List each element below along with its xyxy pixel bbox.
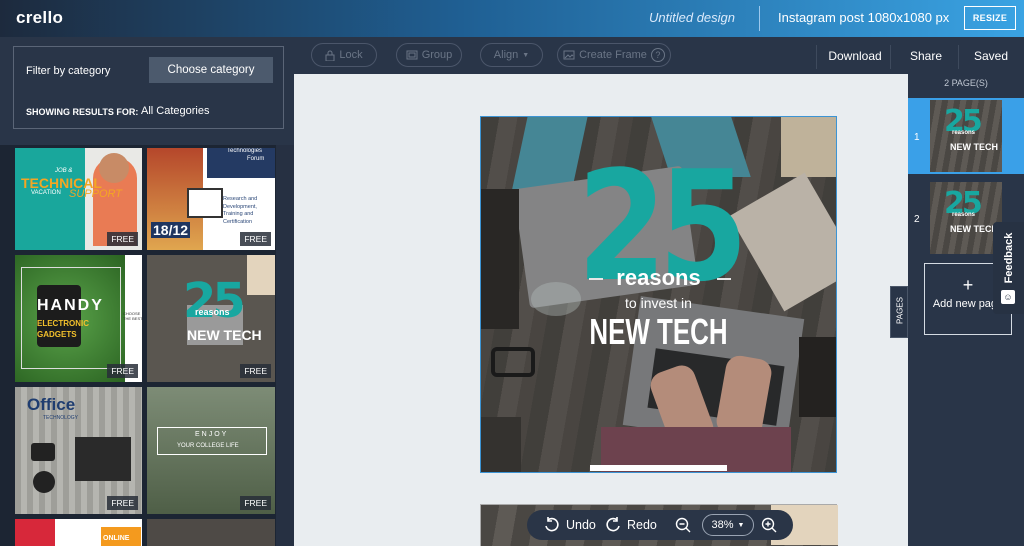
align-label: Align: [493, 49, 519, 61]
zoom-select[interactable]: 38% ▼: [702, 514, 754, 536]
panel-scrollbar[interactable]: [276, 145, 294, 546]
filter-label: Filter by category: [26, 65, 111, 77]
crello-logo[interactable]: crello: [16, 8, 63, 28]
tile-text: ONLINE: [103, 535, 130, 542]
template-tile-online[interactable]: ONLINE: [15, 519, 142, 546]
reasons-text[interactable]: reasons: [481, 265, 836, 291]
tile-text: TECHNOLOGY: [43, 415, 79, 421]
frame-icon: [563, 50, 575, 60]
resize-button[interactable]: RESIZE: [964, 6, 1016, 30]
tile-text: 18/12: [151, 222, 191, 238]
template-tile-handy-gadgets[interactable]: HANDY ELECTRONIC GADGETS CHOOSE THE BEST…: [15, 255, 142, 382]
create-frame-button[interactable]: Create Frame ?: [557, 43, 671, 67]
page-number: 1: [914, 132, 920, 143]
help-icon[interactable]: ?: [650, 48, 665, 62]
tile-text: JOB &: [55, 168, 73, 174]
new-tech-text[interactable]: NEW TECH: [531, 311, 787, 353]
free-badge: FREE: [107, 496, 138, 510]
free-badge: FREE: [240, 364, 271, 378]
free-badge: FREE: [240, 232, 271, 246]
design-title[interactable]: Untitled design: [649, 10, 735, 25]
zoom-value: 38%: [711, 519, 734, 531]
tile-text: Forum: [247, 156, 265, 162]
tile-text: VACATION: [31, 190, 61, 196]
zoom-in-icon: [761, 517, 777, 533]
design-size-label: Instagram post 1080x1080 px: [778, 10, 950, 25]
pages-count: 2 PAGE(S): [944, 78, 988, 88]
template-tile-partial[interactable]: [147, 519, 275, 546]
design-page-1[interactable]: 25 reasons to invest in NEW TECH: [480, 116, 837, 473]
lock-icon: [325, 50, 335, 61]
templates-panel: Filter by category Choose category SHOWI…: [0, 37, 294, 546]
top-divider: [759, 6, 760, 31]
share-button[interactable]: Share: [898, 37, 954, 74]
zoom-out-icon: [675, 517, 691, 533]
tile-text: ELECTRONIC: [37, 319, 89, 328]
editor-toolbar: Lock Group Align ▼ Create Frame ? Downlo…: [294, 37, 1024, 74]
free-badge: FREE: [107, 364, 138, 378]
free-badge: FREE: [107, 232, 138, 246]
page-thumbnail[interactable]: 25 reasons NEW TECH: [930, 182, 1002, 254]
group-button[interactable]: Group: [396, 43, 462, 67]
group-icon: [406, 50, 418, 60]
tile-text: ENJOY: [195, 431, 229, 438]
chevron-down-icon: ▼: [522, 51, 530, 59]
page-thumbnail-row[interactable]: 1 25 reasons NEW TECH: [908, 98, 1024, 174]
redo-icon: [606, 517, 620, 532]
undo-button[interactable]: Undo: [543, 510, 596, 540]
pages-panel-toggle[interactable]: PAGES: [890, 286, 908, 338]
choose-category-button[interactable]: Choose category: [149, 57, 273, 83]
zoom-in-button[interactable]: [761, 510, 777, 540]
top-bar: crello Untitled design Instagram post 10…: [0, 0, 1024, 37]
undo-icon: [545, 517, 559, 532]
smile-icon: ☺: [1001, 290, 1015, 304]
page-thumbnail[interactable]: 25 reasons NEW TECH: [930, 100, 1002, 172]
tile-text: HANDY: [37, 297, 104, 314]
free-badge: FREE: [240, 496, 271, 510]
tile-text: Research and Development, Training and C…: [223, 196, 258, 226]
lock-button[interactable]: Lock: [311, 43, 377, 67]
template-tile-25-reasons[interactable]: 25 reasons NEW TECH FREE: [147, 255, 275, 382]
canvas-area: 25 reasons to invest in NEW TECH: [294, 74, 908, 546]
template-grid: JOB & TECHNICAL VACATION SUPPORT FREE Te…: [0, 145, 294, 546]
tile-text: CHOOSE THE BEST: [123, 311, 142, 321]
redo-button[interactable]: Redo: [604, 510, 657, 540]
template-tile-college-life[interactable]: ENJOY YOUR COLLEGE LIFE FREE: [147, 387, 275, 514]
toolbar-divider: [816, 45, 817, 69]
page-number: 2: [914, 214, 920, 225]
redo-label: Redo: [627, 518, 657, 532]
tile-text: GADGETS: [37, 330, 77, 339]
template-tile-technical-support[interactable]: JOB & TECHNICAL VACATION SUPPORT FREE: [15, 148, 142, 250]
zoom-out-button[interactable]: [675, 510, 691, 540]
tile-text: YOUR COLLEGE LIFE: [177, 443, 239, 449]
align-button[interactable]: Align ▼: [480, 43, 543, 67]
tile-text: Technologies: [227, 148, 263, 154]
create-frame-label: Create Frame: [579, 49, 647, 61]
canvas-scroll-indicator[interactable]: [590, 465, 727, 471]
undo-label: Undo: [566, 518, 596, 532]
toolbar-divider: [958, 45, 959, 69]
feedback-tab[interactable]: Feedback ☺: [993, 222, 1024, 314]
feedback-label: Feedback: [1003, 232, 1015, 284]
template-tile-office-technology[interactable]: Office TECHNOLOGY FREE: [15, 387, 142, 514]
showing-results-value: All Categories: [141, 105, 210, 117]
showing-results-label: SHOWING RESULTS FOR:: [26, 107, 139, 117]
chevron-down-icon: ▼: [737, 521, 745, 529]
pages-tab-label: PAGES: [895, 297, 905, 324]
tile-text: SUPPORT: [69, 188, 122, 200]
template-tile-tech-forum[interactable]: Technologies Forum Research and Developm…: [147, 148, 275, 250]
lock-label: Lock: [339, 49, 363, 61]
toolbar-divider: [890, 45, 891, 69]
group-label: Group: [421, 49, 453, 61]
filter-box: Filter by category Choose category SHOWI…: [13, 46, 284, 129]
saved-status: Saved: [973, 48, 1009, 63]
to-invest-text[interactable]: to invest in: [481, 295, 836, 311]
tile-text: Office: [27, 395, 76, 414]
download-button[interactable]: Download: [822, 37, 888, 74]
history-zoom-bar: Undo Redo 38% ▼: [527, 510, 793, 540]
